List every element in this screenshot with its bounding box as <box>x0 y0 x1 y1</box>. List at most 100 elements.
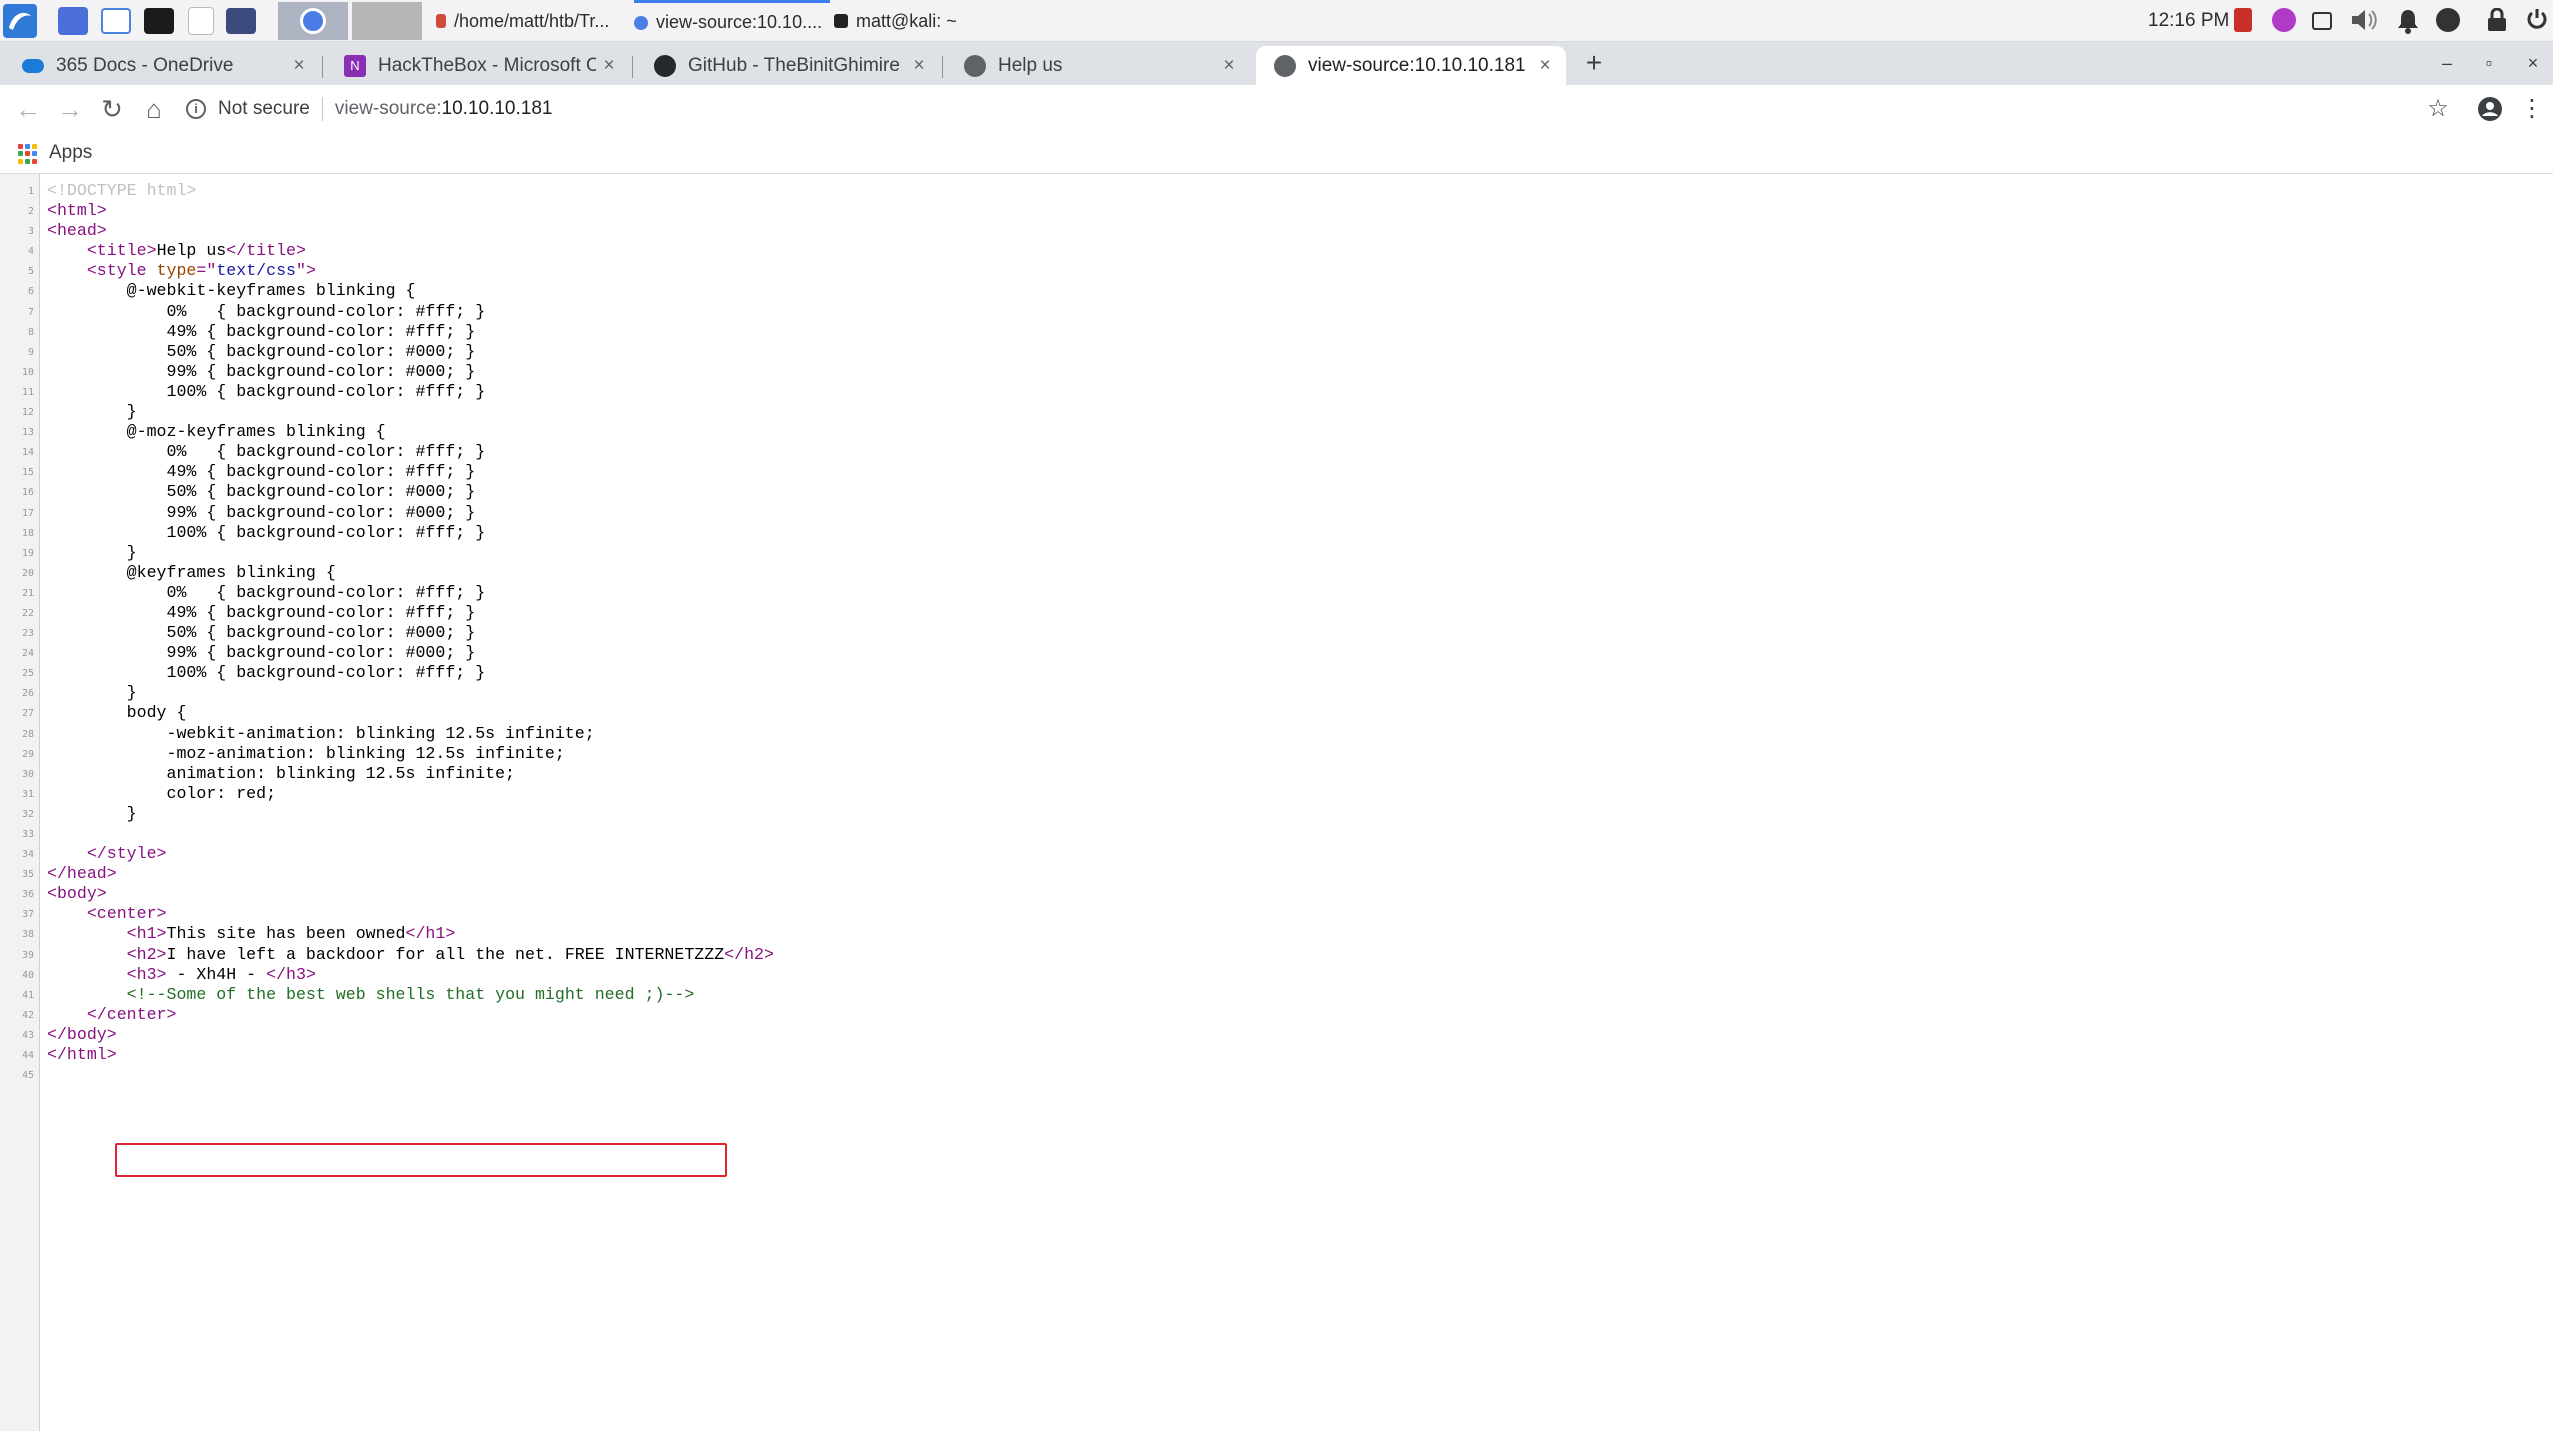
source-code: 1 <!DOCTYPE html> 2 <html> 3 <head> 4 <title>H… <box>0 181 2553 1085</box>
file-manager-icon[interactable] <box>101 8 131 34</box>
line-content: animation: blinking 12.5s infinite; <box>47 763 516 783</box>
line-content: <!--Some of the best web shells that you… <box>126 984 695 1004</box>
source-line: 10 99% { background-color: #000; } <box>0 362 2553 382</box>
source-line: 37 <center> <box>0 904 2553 924</box>
line-content: } <box>47 402 137 422</box>
line-number: 9 <box>27 346 34 358</box>
source-line: 35 </head> <box>0 864 2553 884</box>
maximize-button[interactable]: ▫ <box>2476 50 2502 76</box>
line-content: -moz-animation: blinking 12.5s infinite; <box>47 743 565 763</box>
tab-title: GitHub - TheBinitGhimire <box>688 54 900 76</box>
url-scheme[interactable]: view-source: <box>335 98 442 120</box>
line-number: 6 <box>27 286 34 298</box>
line-content: <html> <box>47 201 107 221</box>
close-window-button[interactable]: × <box>2520 50 2546 76</box>
line-number: 10 <box>21 366 34 378</box>
line-content: </style> <box>86 844 167 864</box>
clock[interactable]: 12:16 PM <box>2148 0 2229 42</box>
tab-view-source[interactable]: view-source:10.10.10.181 × <box>1256 46 1566 85</box>
bookmarks-bar: Apps <box>0 133 2553 174</box>
line-content: 50% { background-color: #000; } <box>47 482 476 502</box>
line-content: @keyframes blinking { <box>47 562 336 582</box>
line-content: 50% { background-color: #000; } <box>47 623 476 643</box>
line-number: 16 <box>21 487 34 499</box>
menu-kebab-icon[interactable]: ⋮ <box>2516 93 2548 125</box>
source-line: 2 <html> <box>0 201 2553 221</box>
line-content: <style type="text/css"> <box>86 261 316 281</box>
line-number: 30 <box>21 768 34 780</box>
tab-github[interactable]: GitHub - TheBinitGhimire × <box>636 46 940 85</box>
source-line: 20 @keyframes blinking { <box>0 563 2553 583</box>
tab-close-button[interactable]: × <box>1532 55 1558 77</box>
pdf-tray-icon[interactable] <box>2234 8 2252 32</box>
line-number: 28 <box>21 728 34 740</box>
apps-grid-icon[interactable] <box>18 144 38 164</box>
line-number: 40 <box>21 969 34 981</box>
source-line: 45 <box>0 1065 2553 1085</box>
source-line: 4 <title>Help us</title> <box>0 241 2553 261</box>
line-content: 0% { background-color: #fff; } <box>47 301 486 321</box>
tab-onedrive[interactable]: 365 Docs - OneDrive × <box>4 46 320 85</box>
url-host[interactable]: 10.10.10.181 <box>442 98 553 120</box>
tab-title: Help us <box>998 54 1063 76</box>
line-content: -webkit-animation: blinking 12.5s infini… <box>47 723 595 743</box>
new-tab-button[interactable]: + <box>1578 48 1610 80</box>
source-line: 23 50% { background-color: #000; } <box>0 623 2553 643</box>
volume-icon[interactable] <box>2350 8 2377 32</box>
source-line: 27 body { <box>0 703 2553 723</box>
tab-help-us[interactable]: Help us × <box>946 46 1250 85</box>
source-line: 13 @-moz-keyframes blinking { <box>0 422 2553 442</box>
forward-arrow-icon[interactable]: → <box>54 93 86 125</box>
update-tray-icon[interactable] <box>2436 8 2460 32</box>
kali-menu-icon[interactable] <box>3 4 37 38</box>
power-icon[interactable] <box>2526 8 2550 32</box>
line-content: } <box>47 683 137 703</box>
reload-icon[interactable]: ↻ <box>96 93 128 125</box>
line-number: 18 <box>21 527 34 539</box>
apps-bookmark[interactable]: Apps <box>49 142 92 164</box>
color-picker-tray-icon[interactable] <box>2272 8 2296 32</box>
source-line: 30 animation: blinking 12.5s infinite; <box>0 764 2553 784</box>
settings-app-icon[interactable] <box>226 8 256 34</box>
tab-close-button[interactable]: × <box>1216 55 1242 77</box>
notifications-bell-icon[interactable] <box>2396 8 2420 34</box>
source-line: 44 </html> <box>0 1045 2553 1065</box>
back-arrow-icon[interactable]: ← <box>12 93 44 125</box>
source-line: 41 <!--Some of the best web shells that … <box>0 985 2553 1005</box>
source-line: 21 0% { background-color: #fff; } <box>0 583 2553 603</box>
task-terminal[interactable]: matt@kali: ~ <box>834 0 1004 42</box>
tab-close-button[interactable]: × <box>906 55 932 77</box>
security-status[interactable]: Not secure <box>218 98 310 120</box>
tab-hackthebox[interactable]: N HackTheBox - Microsoft O × <box>326 46 630 85</box>
globe-icon <box>964 54 986 77</box>
bookmark-star-icon[interactable]: ☆ <box>2422 93 2454 125</box>
workspace-switcher-icon[interactable] <box>58 7 88 35</box>
task-file-path[interactable]: /home/matt/htb/Tr... <box>436 0 626 42</box>
source-line: 34 </style> <box>0 844 2553 864</box>
tab-close-button[interactable]: × <box>286 55 312 77</box>
source-line: 12 } <box>0 402 2553 422</box>
lock-icon[interactable] <box>2486 7 2510 32</box>
profile-avatar-icon[interactable] <box>2474 93 2506 125</box>
tab-close-button[interactable]: × <box>596 55 622 77</box>
site-info-icon[interactable]: i <box>186 99 206 119</box>
text-editor-icon[interactable] <box>188 7 214 35</box>
task-browser[interactable]: view-source:10.10.... <box>634 0 830 42</box>
source-line: 36 <body> <box>0 884 2553 904</box>
file-icon <box>436 14 446 28</box>
source-line: 5 <style type="text/css"> <box>0 261 2553 281</box>
line-number: 13 <box>21 427 34 439</box>
line-number: 44 <box>21 1050 34 1062</box>
source-line: 19 } <box>0 543 2553 563</box>
address-bar[interactable]: i Not secure view-source: 10.10.10.181 <box>186 89 2386 129</box>
line-content: 49% { background-color: #fff; } <box>47 602 476 622</box>
terminal-icon <box>834 14 848 28</box>
line-content: color: red; <box>47 783 277 803</box>
home-icon[interactable]: ⌂ <box>138 93 170 125</box>
terminal-icon[interactable] <box>144 8 174 34</box>
minimize-button[interactable]: – <box>2434 50 2460 76</box>
line-content: 100% { background-color: #fff; } <box>47 663 486 683</box>
browser-launcher-icon[interactable] <box>278 2 348 40</box>
empty-launcher-slot[interactable] <box>352 2 422 40</box>
display-tray-icon[interactable] <box>2312 12 2332 30</box>
